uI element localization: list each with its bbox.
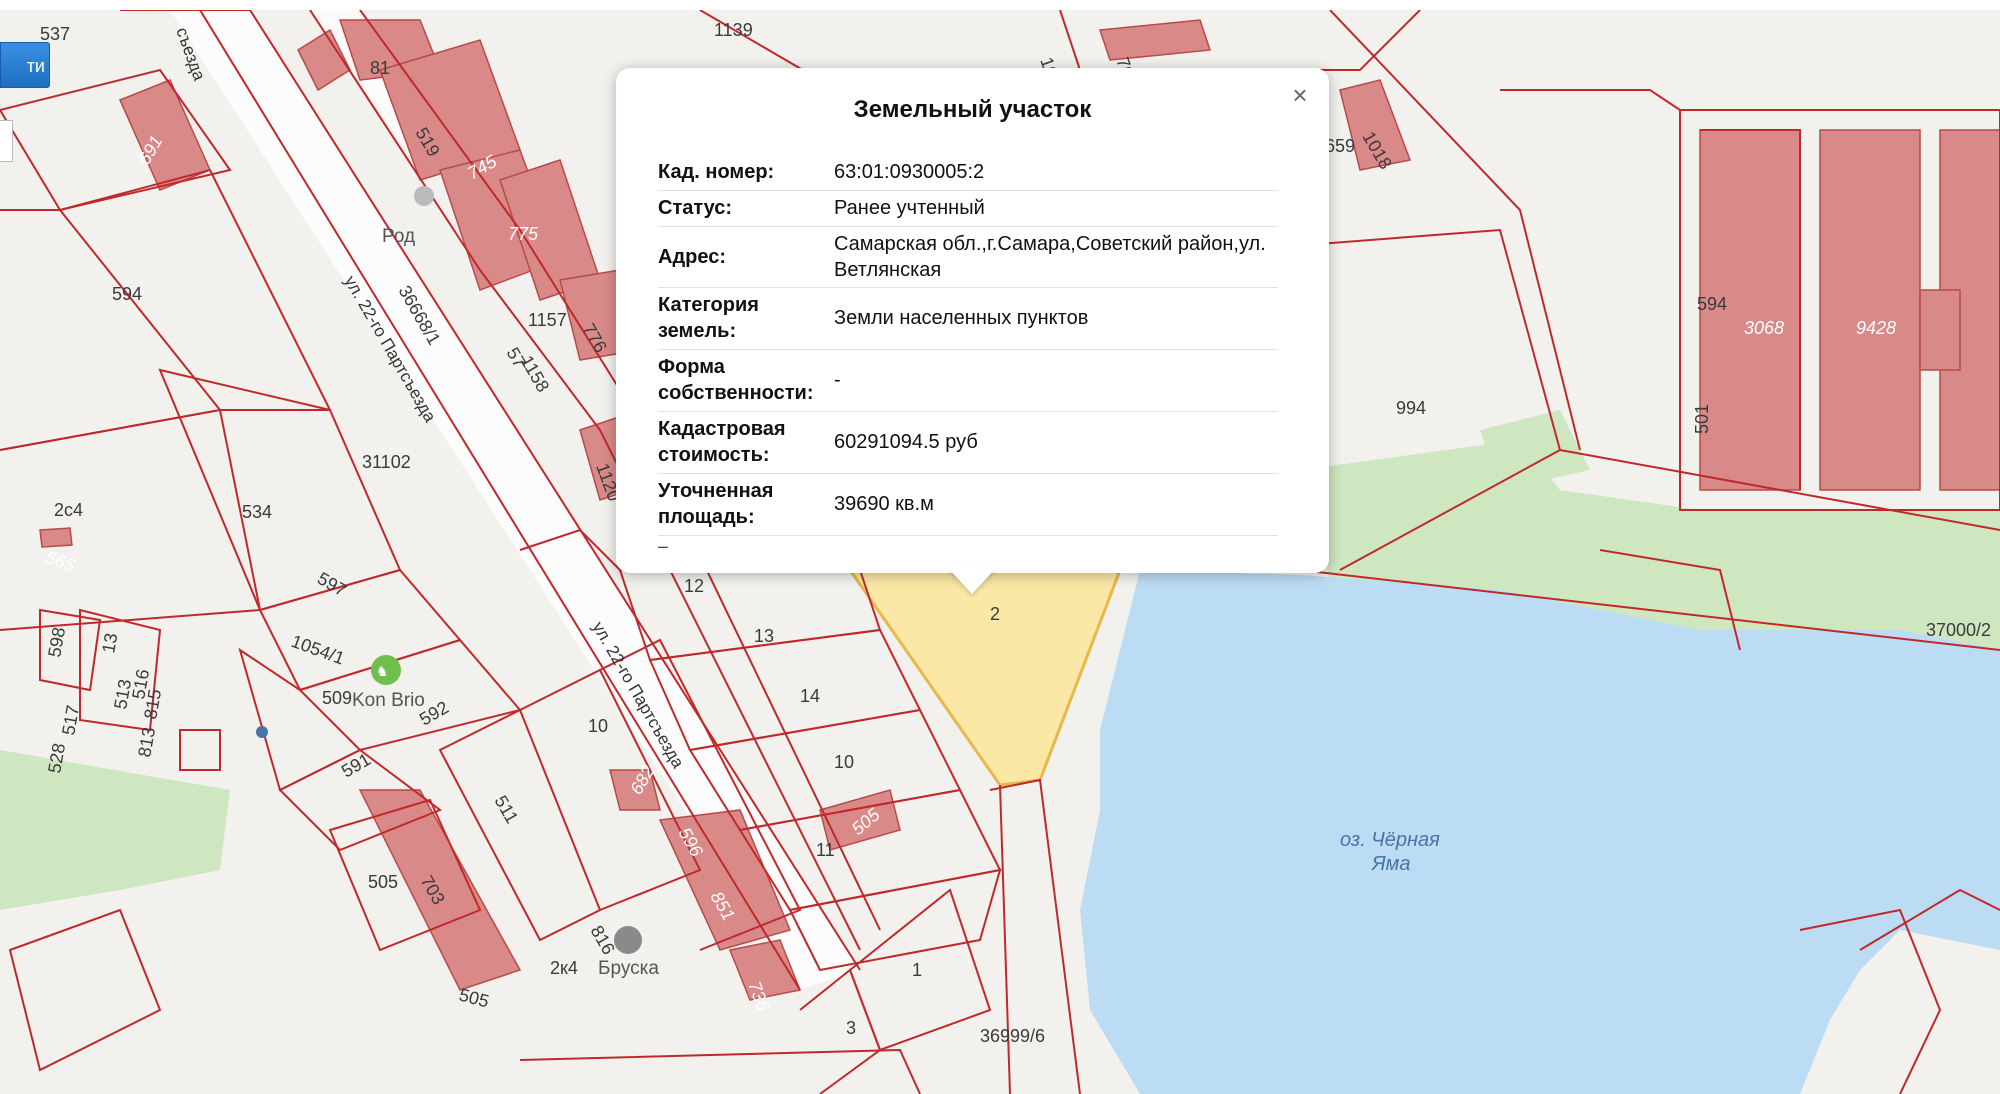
info-value: 60291094.5 руб: [834, 411, 1278, 474]
info-row: Категория земель: Земли населенных пункто…: [658, 287, 1278, 350]
svg-text:Яма: Яма: [1371, 853, 1410, 875]
info-key: Кадастровая стоимость:: [658, 411, 834, 474]
svg-text:оз. Чёрная: оз. Чёрная: [1340, 829, 1440, 851]
svg-text:37000/2: 37000/2: [1926, 620, 1991, 640]
svg-text:2с4: 2с4: [54, 500, 83, 520]
svg-text:2: 2: [990, 604, 1000, 624]
info-row: Форма собственности: -: [658, 349, 1278, 412]
svg-text:10: 10: [588, 716, 608, 736]
info-value: 63:01:0930005:2: [834, 154, 1278, 191]
svg-text:14: 14: [800, 686, 820, 706]
svg-text:10: 10: [834, 752, 854, 772]
svg-text:1139: 1139: [714, 20, 753, 40]
info-key: Кад. номер:: [658, 154, 834, 191]
left-panel-control[interactable]: [0, 120, 13, 162]
popup-overflow-text: –: [658, 536, 669, 556]
svg-text:505: 505: [368, 872, 398, 892]
info-value: Земли населенных пунктов: [834, 287, 1278, 350]
svg-text:9428: 9428: [1856, 318, 1896, 338]
svg-text:11: 11: [816, 840, 835, 860]
svg-text:Kon Brio: Kon Brio: [352, 690, 425, 711]
info-value: -: [834, 349, 1278, 412]
svg-text:1: 1: [912, 960, 922, 980]
parcel-info-popup: Земельный участок × Кад. номер: 63:01:093…: [616, 68, 1329, 573]
svg-text:594: 594: [112, 284, 142, 304]
info-row: Уточненная площадь: 39690 кв.м: [658, 473, 1278, 536]
left-panel-button[interactable]: ти: [0, 42, 50, 88]
svg-text:13: 13: [98, 631, 121, 654]
svg-text:Род: Род: [382, 226, 415, 247]
info-value: 39690 кв.м: [834, 473, 1278, 536]
parcel-info-table: Кад. номер: 63:01:0930005:2 Статус: Ранее у…: [658, 154, 1278, 536]
svg-text:537: 537: [40, 24, 70, 44]
info-value: Ранее учтенный: [834, 190, 1278, 227]
info-key: Статус:: [658, 190, 834, 227]
info-value: Самарская обл.,г.Самара,Советский район,…: [834, 226, 1278, 288]
svg-text:534: 534: [242, 502, 272, 522]
svg-text:994: 994: [1396, 398, 1426, 418]
popup-title: Земельный участок: [853, 96, 1092, 123]
svg-text:594: 594: [1697, 294, 1727, 314]
svg-text:36999/6: 36999/6: [980, 1026, 1045, 1046]
info-row: Статус: Ранее учтенный: [658, 190, 1278, 227]
info-row: Кадастровая стоимость: 60291094.5 руб: [658, 411, 1278, 474]
info-key: Уточненная площадь:: [658, 473, 834, 536]
svg-text:13: 13: [754, 626, 774, 646]
svg-text:Бруска: Бруска: [598, 958, 659, 979]
info-key: Адрес:: [658, 226, 834, 288]
info-row: Адрес: Самарская обл.,г.Самара,Советский …: [658, 226, 1278, 288]
close-icon[interactable]: ×: [1287, 82, 1313, 108]
svg-text:2к4: 2к4: [550, 958, 578, 978]
info-key: Форма собственности:: [658, 349, 834, 412]
svg-text:12: 12: [684, 576, 704, 596]
svg-text:775: 775: [508, 224, 539, 244]
svg-text:81: 81: [370, 58, 390, 78]
info-row: Кад. номер: 63:01:0930005:2: [658, 154, 1278, 191]
svg-text:3068: 3068: [1744, 318, 1784, 338]
svg-text:♞: ♞: [376, 664, 389, 680]
popup-pointer: [948, 568, 996, 594]
svg-text:1157: 1157: [528, 310, 567, 330]
svg-text:509: 509: [322, 688, 352, 708]
map-viewport[interactable]: 537 1139 81 519 745 775 706 103 659 1018…: [0, 0, 2000, 1094]
svg-text:501: 501: [1692, 404, 1712, 434]
svg-text:3: 3: [846, 1018, 856, 1038]
svg-text:31102: 31102: [362, 452, 411, 472]
info-key: Категория земель:: [658, 287, 834, 350]
svg-text:659: 659: [1325, 136, 1355, 156]
